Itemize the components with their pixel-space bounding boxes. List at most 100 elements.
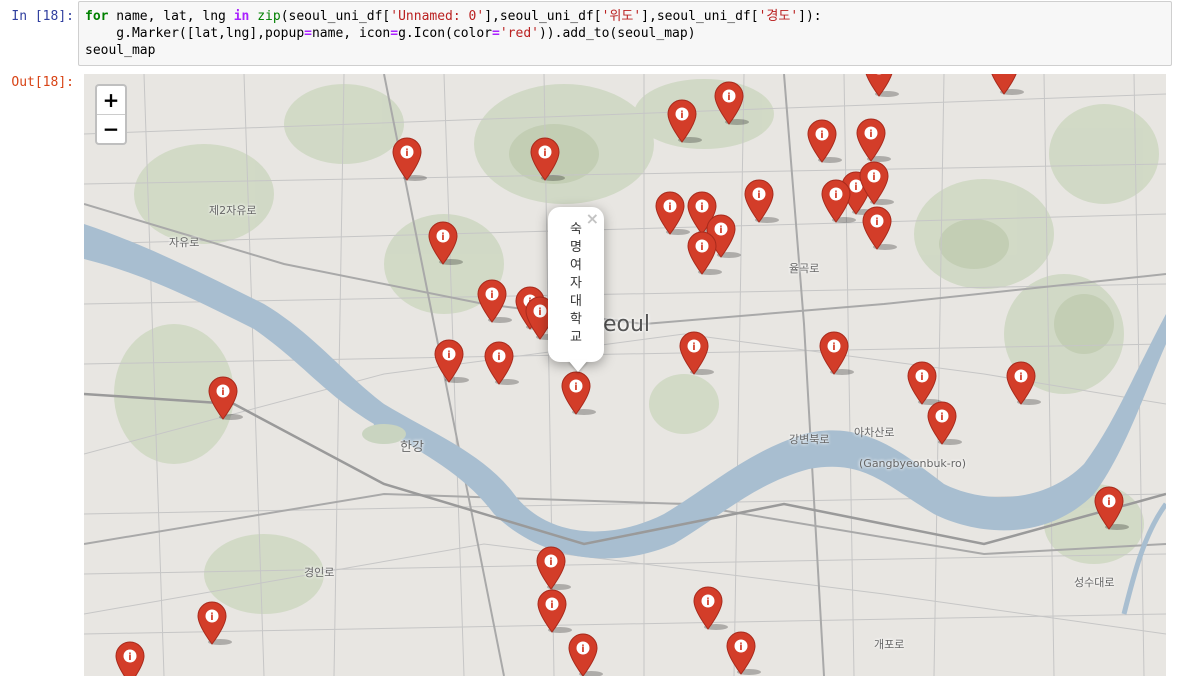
zoom-in-button[interactable]: +: [97, 86, 125, 114]
map-marker[interactable]: i: [196, 600, 232, 645]
map-marker[interactable]: i: [926, 400, 962, 445]
map-pin-icon: i: [859, 161, 894, 205]
map-marker[interactable]: i: [743, 178, 779, 223]
map-marker[interactable]: i: [855, 117, 891, 162]
map-marker[interactable]: i: [863, 74, 899, 97]
map-label-gyeongin: 경인로: [304, 566, 335, 579]
map-marker[interactable]: i: [1093, 485, 1129, 530]
svg-text:i: i: [700, 242, 703, 253]
map-marker[interactable]: i: [906, 360, 942, 405]
map-pin-icon: i: [530, 137, 565, 181]
svg-text:i: i: [574, 382, 577, 393]
map-marker[interactable]: i: [654, 190, 690, 235]
map-pin-icon: i: [927, 401, 962, 445]
map-pin-icon: i: [434, 339, 469, 383]
map-pin-icon: i: [537, 589, 572, 633]
zoom-control: + −: [95, 84, 127, 145]
map-label-aricha: 아차산로: [854, 426, 895, 439]
map-label-yulgokro: 율곡로: [789, 262, 820, 275]
map-pin-icon: i: [687, 231, 722, 275]
map-marker[interactable]: i: [988, 74, 1024, 95]
code-cell[interactable]: for name, lat, lng in zip(seoul_uni_df['…: [78, 1, 1172, 66]
map-pin-icon: i: [568, 633, 603, 676]
map-pin-icon: i: [561, 371, 596, 415]
svg-text:i: i: [832, 342, 835, 353]
map-label-gangbyeon-roman: (Gangbyeonbuk-ro): [859, 457, 967, 470]
map-marker[interactable]: i: [713, 80, 749, 125]
map-pin-icon: i: [679, 331, 714, 375]
output-prompt: Out[18]:: [11, 75, 74, 90]
map-label-jayuro: 자유로: [169, 236, 200, 249]
map-pin-icon: i: [1006, 361, 1041, 405]
map-marker[interactable]: i: [806, 118, 842, 163]
map-marker[interactable]: i: [560, 370, 596, 415]
map-label-gangbyeonbukro: 강변북로: [789, 433, 830, 446]
map-marker[interactable]: i: [725, 630, 761, 675]
map-marker[interactable]: i: [567, 632, 603, 676]
map-pin-icon: i: [807, 119, 842, 163]
map-marker[interactable]: i: [536, 588, 572, 633]
map-pin-icon: i: [744, 179, 779, 223]
svg-text:i: i: [940, 412, 943, 423]
svg-text:i: i: [549, 557, 552, 568]
map-marker[interactable]: i: [678, 330, 714, 375]
map-pin-icon: i: [819, 331, 854, 375]
svg-text:i: i: [727, 92, 730, 103]
marker-popup: × 숙명여자대학교: [548, 207, 604, 362]
map-marker[interactable]: i: [427, 220, 463, 265]
map-marker[interactable]: i: [391, 136, 427, 181]
map-label-seongsu: 성수대로: [1074, 576, 1115, 589]
svg-text:i: i: [441, 232, 444, 243]
map-pin-icon: i: [208, 376, 243, 420]
svg-text:i: i: [680, 110, 683, 121]
svg-text:i: i: [877, 74, 880, 75]
input-prompt: In [18]:: [11, 9, 74, 24]
svg-text:i: i: [869, 129, 872, 140]
svg-text:i: i: [757, 190, 760, 201]
svg-text:i: i: [700, 202, 703, 213]
map-marker[interactable]: i: [433, 338, 469, 383]
map-marker[interactable]: i: [207, 375, 243, 420]
svg-text:i: i: [447, 350, 450, 361]
popup-content: 숙명여자대학교: [570, 222, 582, 345]
svg-text:i: i: [221, 387, 224, 398]
map-marker[interactable]: i: [861, 205, 897, 250]
map-marker[interactable]: i: [476, 278, 512, 323]
svg-text:i: i: [692, 342, 695, 353]
map-marker[interactable]: i: [686, 230, 722, 275]
map-label-ring-road: 제2자유로: [209, 204, 257, 217]
map-marker[interactable]: i: [1005, 360, 1041, 405]
svg-text:i: i: [875, 217, 878, 228]
map-pin-icon: i: [726, 631, 761, 675]
map-pin-icon: i: [821, 179, 856, 223]
map-marker[interactable]: i: [114, 640, 146, 676]
map-label-gaepo: 개포로: [874, 638, 905, 651]
zoom-out-button[interactable]: −: [97, 114, 125, 143]
svg-text:i: i: [490, 290, 493, 301]
svg-text:i: i: [739, 642, 742, 653]
svg-text:i: i: [706, 597, 709, 608]
svg-text:i: i: [1019, 372, 1022, 383]
map-marker[interactable]: i: [483, 340, 519, 385]
map-marker[interactable]: i: [529, 136, 565, 181]
map-marker[interactable]: i: [818, 330, 854, 375]
map-marker[interactable]: i: [820, 178, 856, 223]
map-label-han-river: 한강: [400, 440, 424, 455]
map-marker[interactable]: i: [666, 98, 702, 143]
folium-map[interactable]: Seoul 한강 (Gangbyeonbuk-ro) 강변북로 제2자유로 자유…: [84, 74, 1166, 676]
map-marker[interactable]: i: [858, 160, 894, 205]
svg-text:i: i: [538, 307, 541, 318]
popup-tip: [568, 360, 588, 372]
map-pin-icon: i: [714, 81, 749, 125]
map-pin-icon: i: [865, 74, 899, 97]
map-marker[interactable]: i: [692, 585, 728, 630]
svg-text:i: i: [872, 172, 875, 183]
map-pin-icon: i: [991, 74, 1024, 95]
map-marker[interactable]: i: [535, 545, 571, 590]
svg-text:i: i: [834, 190, 837, 201]
map-pin-icon: i: [693, 586, 728, 630]
svg-text:i: i: [1107, 497, 1110, 508]
map-pin-icon: i: [667, 99, 702, 143]
svg-text:i: i: [550, 600, 553, 611]
map-pin-icon: i: [197, 601, 232, 645]
